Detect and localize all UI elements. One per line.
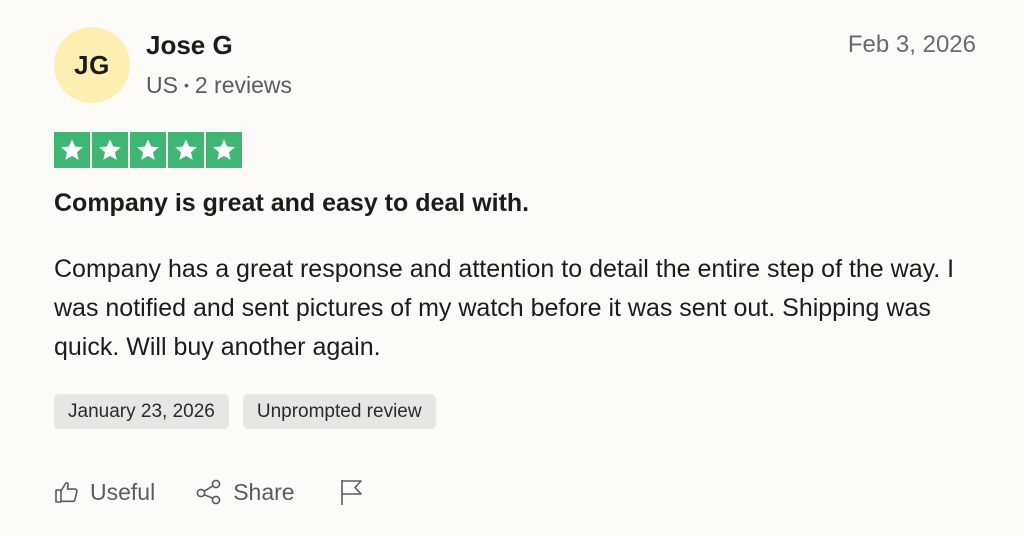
- reviewer-meta: US • 2 reviews: [146, 72, 292, 99]
- report-button[interactable]: [339, 478, 365, 506]
- star-icon: [92, 132, 128, 168]
- star-icon: [168, 132, 204, 168]
- useful-button[interactable]: Useful: [54, 479, 155, 506]
- review-tags: January 23, 2026 Unprompted review: [54, 394, 436, 429]
- thumbs-up-icon: [54, 479, 80, 505]
- review-card: JG Jose G US • 2 reviews Feb 3, 2026 Compa…: [0, 0, 1024, 536]
- reviewer-country: US: [146, 72, 178, 98]
- review-body: Company has a great response and attenti…: [54, 255, 955, 361]
- experience-date-tag: January 23, 2026: [54, 394, 229, 429]
- reviewer-review-count[interactable]: 2 reviews: [195, 72, 292, 98]
- meta-separator: •: [183, 77, 189, 93]
- review-actions: Useful Share: [54, 478, 365, 506]
- avatar-initials: JG: [74, 49, 110, 80]
- review-title: Company is great and easy to deal with.: [54, 189, 530, 217]
- reviewer-name[interactable]: Jose G: [146, 30, 233, 61]
- avatar[interactable]: JG: [54, 27, 130, 103]
- useful-label: Useful: [90, 478, 156, 505]
- share-label: Share: [233, 478, 295, 505]
- unprompted-review-tag[interactable]: Unprompted review: [242, 394, 436, 429]
- review-posted-date: Feb 3, 2026: [847, 31, 976, 58]
- star-icon: [130, 132, 166, 168]
- star-icon: [206, 132, 242, 168]
- share-icon: [195, 479, 223, 505]
- share-button[interactable]: Share: [195, 478, 295, 506]
- star-rating: [54, 132, 242, 168]
- star-icon: [54, 132, 90, 168]
- flag-icon: [339, 478, 365, 506]
